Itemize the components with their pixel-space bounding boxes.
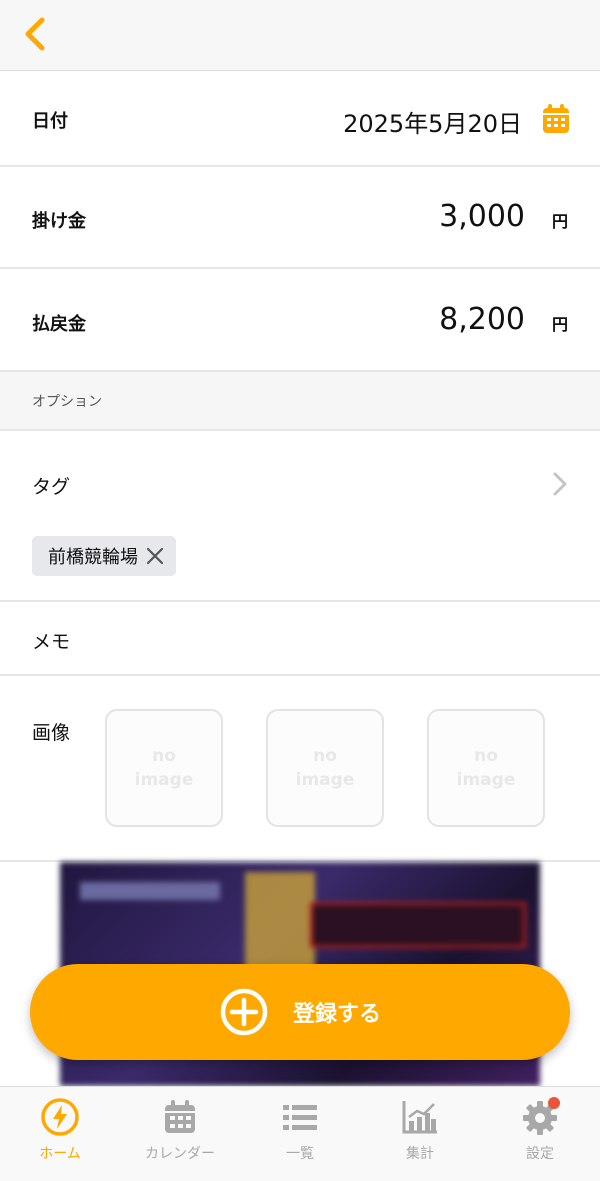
tag-row[interactable]: タグ [0,431,600,602]
date-label: 日付 [32,111,68,132]
date-value[interactable]: 2025年5月20日 [343,104,522,139]
payout-unit: 円 [551,315,568,334]
chevron-left-icon [25,17,45,51]
memo-row[interactable]: メモ [0,602,600,676]
chart-icon [402,1101,437,1134]
notification-badge [548,1097,560,1109]
tag-chip-label: 前橋競輪場 [48,547,138,568]
register-button[interactable]: 登録する [30,964,570,1060]
no-image-text: image [456,770,516,790]
payout-label: 払戻金 [32,314,86,335]
image-slot-3[interactable]: no image [427,709,545,827]
image-slot-1[interactable]: no image [105,709,223,827]
bet-unit: 円 [551,212,568,231]
tab-calendar[interactable]: カレンダー [120,1087,240,1181]
register-button-label: 登録する [292,1002,381,1027]
image-label: 画像 [32,722,71,744]
close-icon[interactable] [146,547,164,565]
tab-home[interactable]: ホーム [0,1087,120,1181]
bet-amount[interactable]: 3,000 [439,199,525,234]
payout-row[interactable]: 払戻金 8,200 円 [0,269,600,372]
memo-label: メモ [32,631,71,653]
payout-amount[interactable]: 8,200 [439,302,525,337]
navigation-bar [0,0,600,71]
tag-label: タグ [32,476,71,498]
no-image-text: no [152,746,176,766]
tab-stats[interactable]: 集計 [360,1087,480,1181]
tab-settings-label: 設定 [526,1146,554,1162]
tab-settings[interactable]: 設定 [480,1087,600,1181]
no-image-text: image [134,770,194,790]
bet-row[interactable]: 掛け金 3,000 円 [0,167,600,269]
no-image-text: no [313,746,337,766]
tab-list[interactable]: 一覧 [240,1087,360,1181]
bet-label: 掛け金 [32,211,86,232]
back-button[interactable] [18,14,58,56]
calendar-icon[interactable] [542,104,570,134]
options-section-header: オプション [0,372,600,431]
gear-icon [523,1097,560,1135]
list-icon [283,1105,317,1130]
no-image-text: image [295,770,355,790]
tab-bar: ホーム カレンダー 一覧 集計 設定 [0,1086,600,1181]
tab-home-label: ホーム [39,1146,81,1162]
tab-calendar-label: カレンダー [145,1146,215,1162]
no-image-text: no [474,746,498,766]
tag-chip: 前橋競輪場 [32,536,176,576]
options-header-label: オプション [32,394,102,410]
image-slot-2[interactable]: no image [266,709,384,827]
plus-circle-icon [220,988,268,1036]
lightning-icon [41,1098,79,1136]
chevron-right-icon[interactable] [550,470,570,498]
calendar-icon [165,1100,195,1133]
tab-stats-label: 集計 [406,1146,434,1162]
date-row[interactable]: 日付 2025年5月20日 [0,71,600,167]
tab-list-label: 一覧 [286,1146,314,1162]
